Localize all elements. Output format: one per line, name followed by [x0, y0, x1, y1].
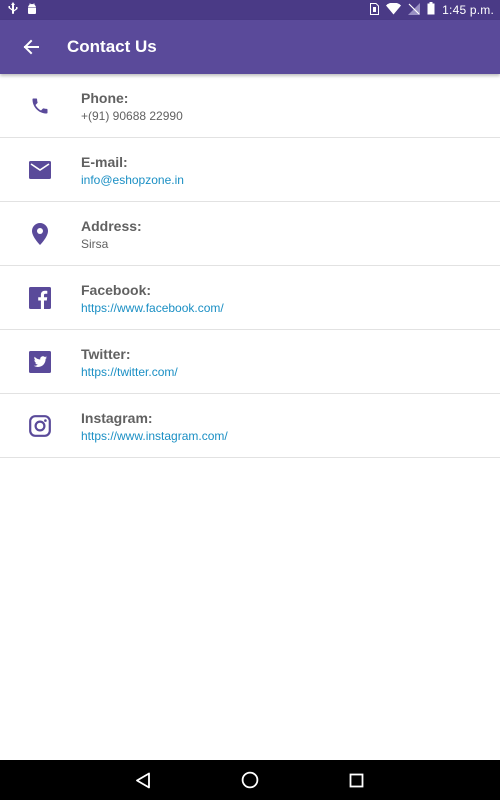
contact-item-facebook[interactable]: Facebook: https://www.facebook.com/ — [0, 266, 500, 330]
sim-icon — [370, 2, 380, 18]
facebook-link[interactable]: https://www.facebook.com/ — [81, 300, 224, 317]
contact-label: Instagram: — [81, 410, 153, 426]
nav-recents-button[interactable] — [346, 770, 366, 790]
contact-item-address[interactable]: Address: Sirsa — [0, 202, 500, 266]
twitter-link[interactable]: https://twitter.com/ — [81, 364, 178, 381]
contact-label: Facebook: — [81, 282, 152, 298]
email-icon — [28, 158, 52, 182]
nav-back-button[interactable] — [133, 770, 153, 790]
email-link[interactable]: info@eshopzone.in — [81, 172, 184, 189]
android-icon — [26, 3, 38, 18]
arrow-left-icon — [23, 39, 39, 55]
back-triangle-icon — [136, 772, 150, 788]
battery-icon — [427, 2, 435, 18]
contact-item-email[interactable]: E-mail: info@eshopzone.in — [0, 138, 500, 202]
instagram-icon — [28, 414, 52, 438]
contact-text: E-mail: info@eshopzone.in — [81, 154, 184, 189]
no-signal-icon — [408, 2, 421, 18]
location-icon — [28, 222, 52, 246]
usb-icon — [8, 2, 18, 18]
system-nav-bar — [0, 760, 500, 800]
status-left — [8, 2, 38, 18]
contact-item-phone[interactable]: Phone: +(91) 90688 22990 — [0, 74, 500, 138]
contact-list: Phone: +(91) 90688 22990 E-mail: info@es… — [0, 74, 500, 458]
app-bar: Contact Us — [0, 20, 500, 74]
page-title: Contact Us — [67, 37, 157, 56]
contact-item-twitter[interactable]: Twitter: https://twitter.com/ — [0, 330, 500, 394]
contact-label: Twitter: — [81, 346, 131, 362]
status-bar: 1:45 p.m. — [0, 0, 500, 20]
contact-text: Address: Sirsa — [81, 218, 142, 253]
back-button[interactable] — [18, 34, 44, 60]
facebook-icon — [28, 286, 52, 310]
instagram-link[interactable]: https://www.instagram.com/ — [81, 428, 228, 445]
contact-text: Instagram: https://www.instagram.com/ — [81, 410, 228, 445]
contact-value: Sirsa — [81, 237, 109, 251]
nav-home-button[interactable] — [240, 770, 260, 790]
contact-item-instagram[interactable]: Instagram: https://www.instagram.com/ — [0, 394, 500, 458]
contact-label: E-mail: — [81, 154, 128, 170]
contact-label: Phone: — [81, 90, 129, 106]
recents-square-icon — [349, 773, 363, 787]
contact-text: Twitter: https://twitter.com/ — [81, 346, 178, 381]
status-right: 1:45 p.m. — [370, 2, 494, 18]
contact-text: Phone: +(91) 90688 22990 — [81, 90, 183, 125]
wifi-icon — [386, 2, 402, 18]
phone-icon — [28, 94, 52, 118]
home-circle-icon — [241, 771, 259, 789]
twitter-icon — [28, 350, 52, 374]
contact-text: Facebook: https://www.facebook.com/ — [81, 282, 224, 317]
status-time: 1:45 p.m. — [442, 3, 494, 17]
contact-label: Address: — [81, 218, 142, 234]
contact-value: +(91) 90688 22990 — [81, 109, 183, 123]
